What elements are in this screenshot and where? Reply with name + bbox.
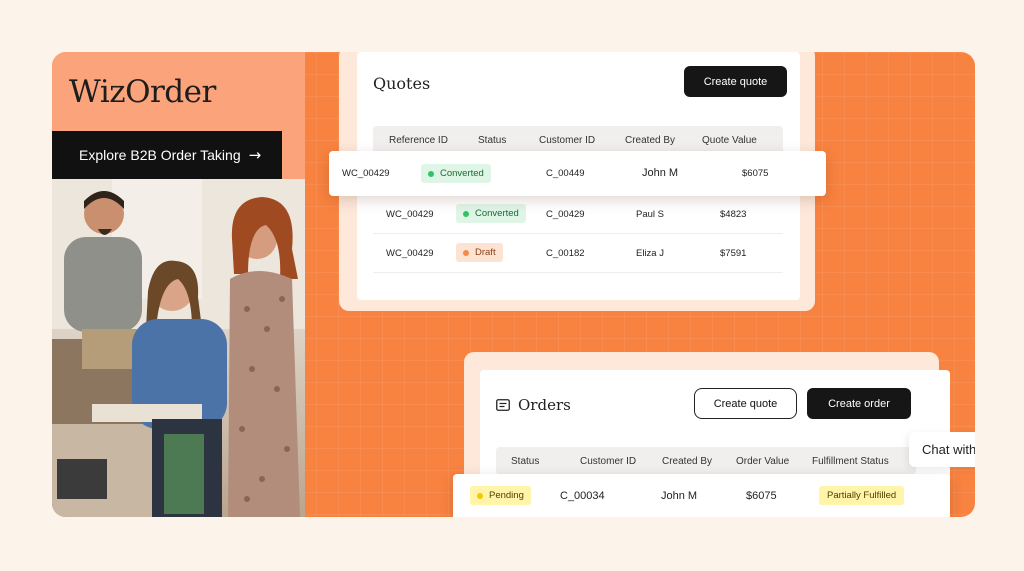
logo: WizOrder (69, 74, 216, 110)
explore-cta-button[interactable]: Explore B2B Order Taking → (52, 131, 282, 179)
status-dot-icon (463, 249, 469, 256)
cta-label: Explore B2B Order Taking (79, 147, 241, 163)
status-badge: Converted (456, 204, 526, 223)
column-header[interactable]: Reference ID (389, 135, 448, 146)
chat-widget[interactable]: Chat with (909, 432, 975, 467)
create-order-button[interactable]: Create order (807, 388, 911, 419)
column-header[interactable]: Order Value (736, 456, 789, 467)
status-dot-icon (477, 492, 483, 499)
quotes-table-header: Reference ID Status Customer ID Created … (373, 126, 783, 154)
status-label: Converted (440, 168, 484, 179)
column-header[interactable]: Created By (625, 135, 675, 146)
reference-id: WC_00429 (386, 209, 434, 220)
team-photo (52, 179, 305, 517)
orders-title-group: Orders (496, 396, 571, 414)
quote-value: $7591 (720, 248, 747, 259)
quote-value: $4823 (720, 209, 747, 220)
create-quote-button[interactable]: Create quote (684, 66, 787, 97)
highlighted-quote-row[interactable]: WC_00429 Converted C_00449 John M $6075 (329, 151, 826, 196)
brand-panel: WizOrder Explore B2B Order Taking → (52, 52, 305, 517)
column-header[interactable]: Quote Value (702, 135, 757, 146)
created-by: Eliza J (636, 248, 664, 259)
column-header[interactable]: Created By (662, 456, 712, 467)
status-badge: Converted (421, 164, 491, 183)
created-by: John M (661, 490, 698, 502)
created-by: John M (642, 167, 679, 179)
highlighted-order-row[interactable]: Pending C_00034 John M $6075 Partially F… (453, 474, 950, 517)
customer-id: C_00034 (560, 490, 605, 502)
reference-id: WC_00429 (342, 168, 390, 179)
status-dot-icon (463, 210, 469, 217)
order-value: $6075 (746, 490, 777, 502)
created-by: Paul S (636, 209, 664, 220)
column-header[interactable]: Customer ID (539, 135, 595, 146)
column-header[interactable]: Fulfillment Status (812, 456, 889, 467)
reference-id: WC_00429 (386, 248, 434, 259)
status-label: Draft (475, 247, 496, 258)
customer-id: C_00429 (546, 209, 585, 220)
fulfillment-badge: Partially Fulfilled (819, 486, 905, 505)
list-icon (496, 399, 510, 411)
orders-title: Orders (518, 396, 571, 414)
hero-card: WizOrder Explore B2B Order Taking → Quot… (52, 52, 975, 517)
quotes-title: Quotes (373, 74, 431, 93)
status-badge: Pending (470, 486, 531, 505)
status-dot-icon (428, 170, 434, 177)
arrow-right-icon: → (248, 146, 262, 164)
column-header[interactable]: Status (478, 135, 506, 146)
row-divider (373, 272, 783, 273)
status-badge: Draft (456, 243, 503, 262)
create-quote-button[interactable]: Create quote (694, 388, 797, 419)
customer-id: C_00449 (546, 168, 585, 179)
orders-table-header: Status Customer ID Created By Order Valu… (496, 447, 916, 475)
column-header[interactable]: Customer ID (580, 456, 636, 467)
status-label: Converted (475, 208, 519, 219)
status-label: Pending (489, 490, 524, 501)
customer-id: C_00182 (546, 248, 585, 259)
team-photo-illustration (52, 179, 305, 517)
column-header[interactable]: Status (511, 456, 539, 467)
quote-value: $6075 (742, 168, 769, 179)
row-divider (373, 233, 783, 234)
